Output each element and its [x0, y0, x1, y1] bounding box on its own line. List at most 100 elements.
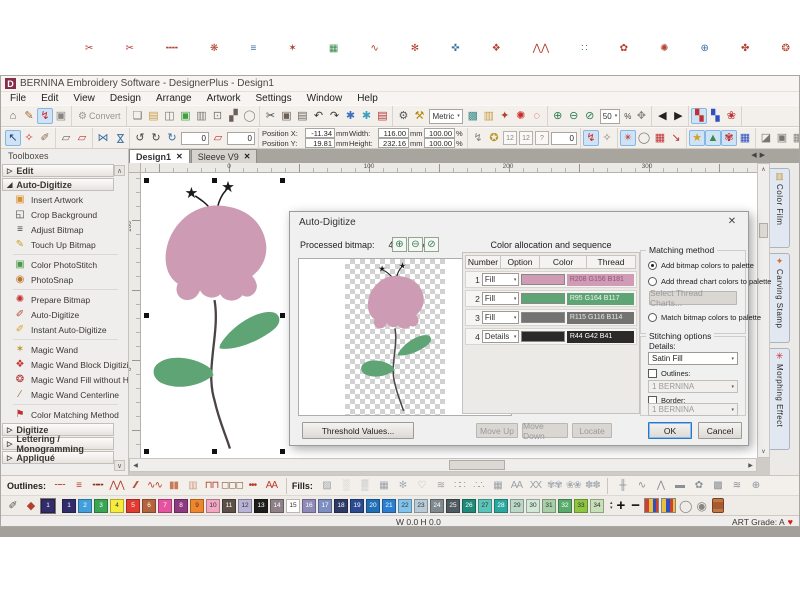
mirror-x-icon[interactable]: ⋈ — [95, 130, 111, 146]
sidebar-scroll-up-icon[interactable]: ∧ — [114, 165, 125, 176]
sidebar-item-magic-wand-centerline[interactable]: ∕Magic Wand Centerline — [1, 387, 128, 402]
scroll-right-icon[interactable]: ▶ — [745, 460, 756, 471]
vertical-scroll-thumb[interactable] — [759, 223, 768, 238]
reshape-icon[interactable]: ▱ — [58, 130, 74, 146]
color-swatch[interactable] — [521, 293, 564, 304]
triple-outline-icon[interactable]: ≡ — [69, 480, 88, 491]
palette-swatch-29[interactable]: 29 — [510, 499, 524, 513]
dialog-close-icon[interactable]: ✕ — [725, 216, 739, 227]
hardware-setup-icon[interactable]: ⚒ — [411, 108, 427, 124]
palette-swatch-1[interactable]: 1 — [62, 499, 76, 513]
palette-swatch-6[interactable]: 6 — [142, 499, 156, 513]
skew-input[interactable]: 0 — [227, 132, 255, 145]
portfolio-icon[interactable]: ✎ — [21, 108, 37, 124]
palette-swatch-25[interactable]: 25 — [446, 499, 460, 513]
menu-settings[interactable]: Settings — [255, 93, 291, 104]
rotate-input[interactable]: 0 — [181, 132, 209, 145]
dialog-zoom-in-icon[interactable]: ⊕ — [392, 237, 407, 252]
lock-stitch-icon[interactable]: ✪ — [486, 130, 502, 146]
zoom-in-icon[interactable]: ⊕ — [550, 108, 566, 124]
palette-swatch-15[interactable]: 15 — [286, 499, 300, 513]
palette-swatch-13[interactable]: 13 — [254, 499, 268, 513]
multi-hooping-icon[interactable]: ▣ — [53, 108, 69, 124]
mesh-icon[interactable]: ▦ — [790, 130, 799, 146]
single-outline-icon[interactable]: ╌╌ — [50, 480, 69, 491]
stitch-back-icon[interactable]: ◀ — [654, 108, 670, 124]
menu-view[interactable]: View — [73, 93, 95, 104]
sidebar-scroll-down-icon[interactable]: ∨ — [114, 460, 125, 471]
spinner-down-icon[interactable]: ▾ — [610, 506, 613, 511]
scale-y-input[interactable]: 100.00 — [424, 138, 455, 148]
flower-artwork[interactable]: ★ ★ — [147, 180, 282, 451]
insert-embroidery-icon[interactable]: ✱ — [358, 108, 374, 124]
pan-icon[interactable]: ✥ — [633, 108, 649, 124]
radio-icon[interactable] — [648, 313, 657, 322]
stitch-unknown-icon[interactable]: ? — [535, 131, 549, 145]
radio-add-thread-chart-colors-to-palette[interactable]: Add thread chart colors to palette — [648, 277, 771, 286]
menu-file[interactable]: File — [10, 93, 26, 104]
needle-point-icon[interactable]: ❀ — [723, 108, 739, 124]
globe-fill-icon[interactable]: ⊕ — [746, 480, 765, 491]
convert-button[interactable]: ⚙Convert — [74, 111, 124, 122]
thread-row-1[interactable]: 1Fill▾R208 G156 B181 — [465, 271, 637, 288]
palette-swatch-34[interactable]: 34 — [590, 499, 604, 513]
bloom-pattern-icon[interactable]: ❀❀ — [564, 480, 583, 491]
star2-fill-icon[interactable]: ✿ — [689, 480, 708, 491]
fill-bucket-icon[interactable]: ◆ — [23, 499, 39, 512]
palette-swatch-24[interactable]: 24 — [430, 499, 444, 513]
sidebar-item-auto-digitize[interactable]: ✐Auto-Digitize — [1, 307, 128, 322]
option-dropdown[interactable]: Fill▾ — [482, 292, 520, 305]
raised-satin-icon[interactable]: ▥ — [183, 480, 202, 491]
satin-fill2-icon[interactable]: ░ — [336, 480, 355, 491]
flower-svg[interactable]: ★ ★ — [147, 180, 282, 451]
select-icon[interactable]: ↖ — [5, 130, 21, 146]
thread-chart-icon[interactable] — [661, 498, 676, 513]
sidebar-item-instant-auto-digitize[interactable]: ✐Instant Auto-Digitize — [1, 322, 128, 337]
stemstitch-icon[interactable]: ⁄⁄⁄ — [126, 480, 145, 491]
option-dropdown[interactable]: Details▾ — [482, 330, 520, 343]
thread-row-3[interactable]: 3Fill▾R115 G116 B114 — [465, 309, 637, 326]
thread-colors-icon[interactable] — [644, 498, 659, 513]
rotate-icon[interactable]: ↻ — [164, 130, 180, 146]
skew-icon[interactable]: ▱ — [210, 130, 226, 146]
undo-icon[interactable]: ↶ — [310, 108, 326, 124]
stipple-fill-icon[interactable]: ∴∴ — [469, 480, 488, 491]
palette-swatch-22[interactable]: 22 — [398, 499, 412, 513]
radio-add-bitmap-colors-to-palette[interactable]: Add bitmap colors to palette — [648, 261, 754, 270]
sidebar-item-magic-wand[interactable]: ✶Magic Wand — [1, 342, 128, 357]
position-x-input[interactable]: -11.34 — [305, 128, 335, 138]
details-dropdown[interactable]: Satin Fill▾ — [648, 352, 738, 365]
zoom-level-dropdown[interactable]: 50▾ — [600, 109, 620, 124]
settings-gear-icon[interactable]: ⚙ — [395, 108, 411, 124]
polygon-select-icon[interactable]: ✧ — [21, 130, 37, 146]
sidebar-item-magic-wand-block-digitizi[interactable]: ❖Magic Wand Block Digitizi... — [1, 357, 128, 372]
hide-colors-icon[interactable]: ◯ — [679, 499, 692, 513]
palette-swatch-18[interactable]: 18 — [334, 499, 348, 513]
palette-swatch-23[interactable]: 23 — [414, 499, 428, 513]
tab-scroll-right-icon[interactable]: ▶ — [760, 151, 765, 159]
reshape-object-icon[interactable]: ▱ — [74, 130, 90, 146]
grid-effect-icon[interactable]: ▦ — [737, 130, 753, 146]
star-fill-icon[interactable]: ★ — [689, 130, 705, 146]
tab-sleeve-v9[interactable]: Sleeve V9✕ — [191, 149, 258, 163]
flower-pattern-icon[interactable]: ✻ — [393, 480, 412, 491]
sculpture-run-icon[interactable]: ╍╍ — [88, 480, 107, 491]
threshold-values-button[interactable]: Threshold Values... — [302, 422, 414, 439]
panel-tab-morphing-effect[interactable]: ✳Morphing Effect — [770, 348, 790, 450]
save-icon[interactable]: ▣ — [177, 108, 193, 124]
copy-icon[interactable]: ▣ — [278, 108, 294, 124]
dialog-zoom-out-icon[interactable]: ⊖ — [408, 237, 423, 252]
mouse-machine-icon[interactable]: ◯ — [241, 108, 257, 124]
stitch-length-input[interactable]: 0 — [551, 132, 577, 145]
zigzag-effect-icon[interactable]: ↯ — [583, 130, 599, 146]
palette-swatch-10[interactable]: 10 — [206, 499, 220, 513]
palette-swatch-3[interactable]: 3 — [94, 499, 108, 513]
stumpwork-icon[interactable]: ◌ — [529, 108, 545, 124]
sidebar-section-edit[interactable]: ▷Edit — [2, 164, 114, 177]
zigzag-outline-icon[interactable]: ∿∿ — [145, 480, 164, 491]
palette-swatch-30[interactable]: 30 — [526, 499, 540, 513]
add-color-button[interactable]: + — [617, 498, 626, 513]
move-down-button[interactable]: Move Down — [522, 423, 568, 438]
write-machine-icon[interactable]: ▞ — [225, 108, 241, 124]
cancel-button[interactable]: Cancel — [698, 422, 742, 439]
